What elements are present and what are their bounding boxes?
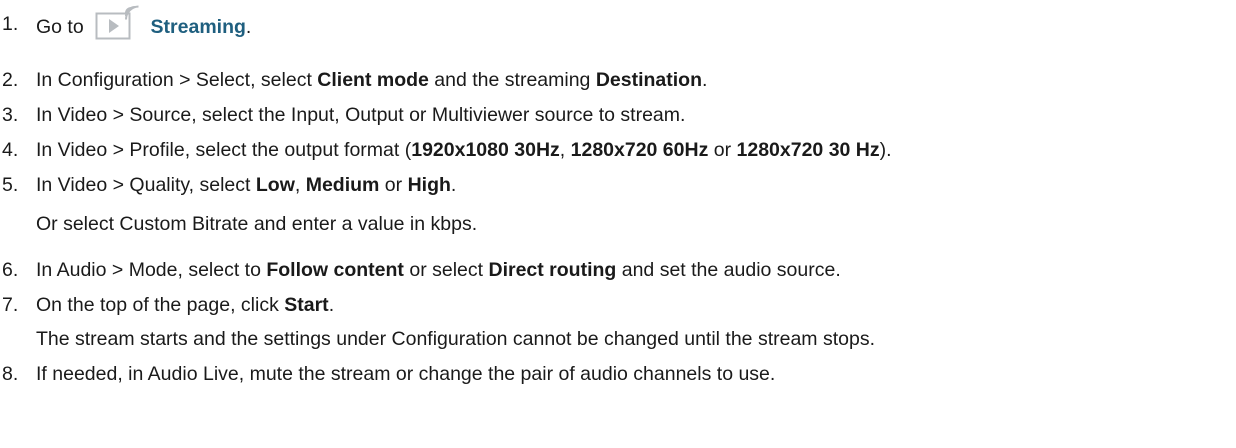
step-emphasis: Destination: [595, 69, 703, 91]
step-emphasis: High: [407, 174, 451, 196]
step-text-part: and the streaming: [428, 69, 596, 91]
step-subtext: Or select Custom Bitrate and enter a val…: [36, 213, 478, 235]
step-text-part: and set the audio source.: [616, 259, 841, 281]
step-text-part: or select: [403, 259, 489, 281]
step-text: In Audio > Mode, select to Follow conten…: [36, 256, 841, 284]
streaming-icon[interactable]: [95, 4, 139, 40]
step-number: 6.: [2, 259, 19, 281]
step-emphasis: Medium: [305, 174, 380, 196]
step-text-part: In Video > Source, select the Input, Out…: [36, 104, 686, 126]
step-subtext: The stream starts and the settings under…: [36, 328, 875, 350]
step-text-part: or: [379, 174, 408, 196]
step-emphasis: Start: [284, 294, 329, 316]
step-emphasis: Direct routing: [488, 259, 617, 281]
step-text: In Configuration > Select, select Client…: [36, 66, 707, 94]
streaming-link[interactable]: Streaming: [151, 16, 246, 38]
step-number: 5.: [2, 174, 19, 196]
step-number: 7.: [2, 294, 19, 316]
step-text-part: or: [708, 139, 737, 161]
step-text-part: In Video > Profile, select the output fo…: [36, 139, 412, 161]
step-text-part: .: [328, 294, 335, 316]
step-text-part: ,: [294, 174, 306, 196]
step-emphasis: Follow content: [266, 259, 404, 281]
step-text: Go to Streaming.: [36, 5, 252, 46]
step-text: In Video > Source, select the Input, Out…: [36, 101, 685, 129]
step-number: 2.: [2, 69, 19, 91]
step-text-part: In Video > Quality, select: [36, 174, 256, 196]
step-text-part: In Audio > Mode, select to: [36, 259, 267, 281]
step-emphasis: Client mode: [317, 69, 429, 91]
step-text: In Video > Profile, select the output fo…: [36, 136, 892, 164]
step-text: If needed, in Audio Live, mute the strea…: [36, 360, 775, 388]
step-number: 1.: [2, 13, 19, 35]
step-text: On the top of the page, click Start.: [36, 291, 334, 319]
step-number: 8.: [2, 363, 19, 385]
step-number: 3.: [2, 104, 19, 126]
step-emphasis: 1920x1080 30Hz: [411, 139, 560, 161]
instruction-document: 1. Go to Streaming. 2. In Configuration …: [0, 0, 1236, 448]
step-emphasis: 1280x720 30 Hz: [736, 139, 880, 161]
step-number: 4.: [2, 139, 19, 161]
step-emphasis: 1280x720 60Hz: [570, 139, 709, 161]
step-text-part: .: [450, 174, 457, 196]
step-text-part: In Configuration > Select, select: [36, 69, 318, 91]
step-text-part: .: [245, 16, 252, 39]
step-text-part: Go to: [36, 16, 84, 39]
step-text-part: ,: [559, 139, 571, 161]
step-emphasis: Low: [255, 174, 295, 196]
step-text-part: If needed, in Audio Live, mute the strea…: [36, 363, 776, 385]
step-text-part: ).: [879, 139, 892, 161]
step-text: In Video > Quality, select Low, Medium o…: [36, 171, 456, 199]
step-text-part: .: [702, 69, 708, 91]
step-text-part: On the top of the page, click: [36, 294, 285, 316]
